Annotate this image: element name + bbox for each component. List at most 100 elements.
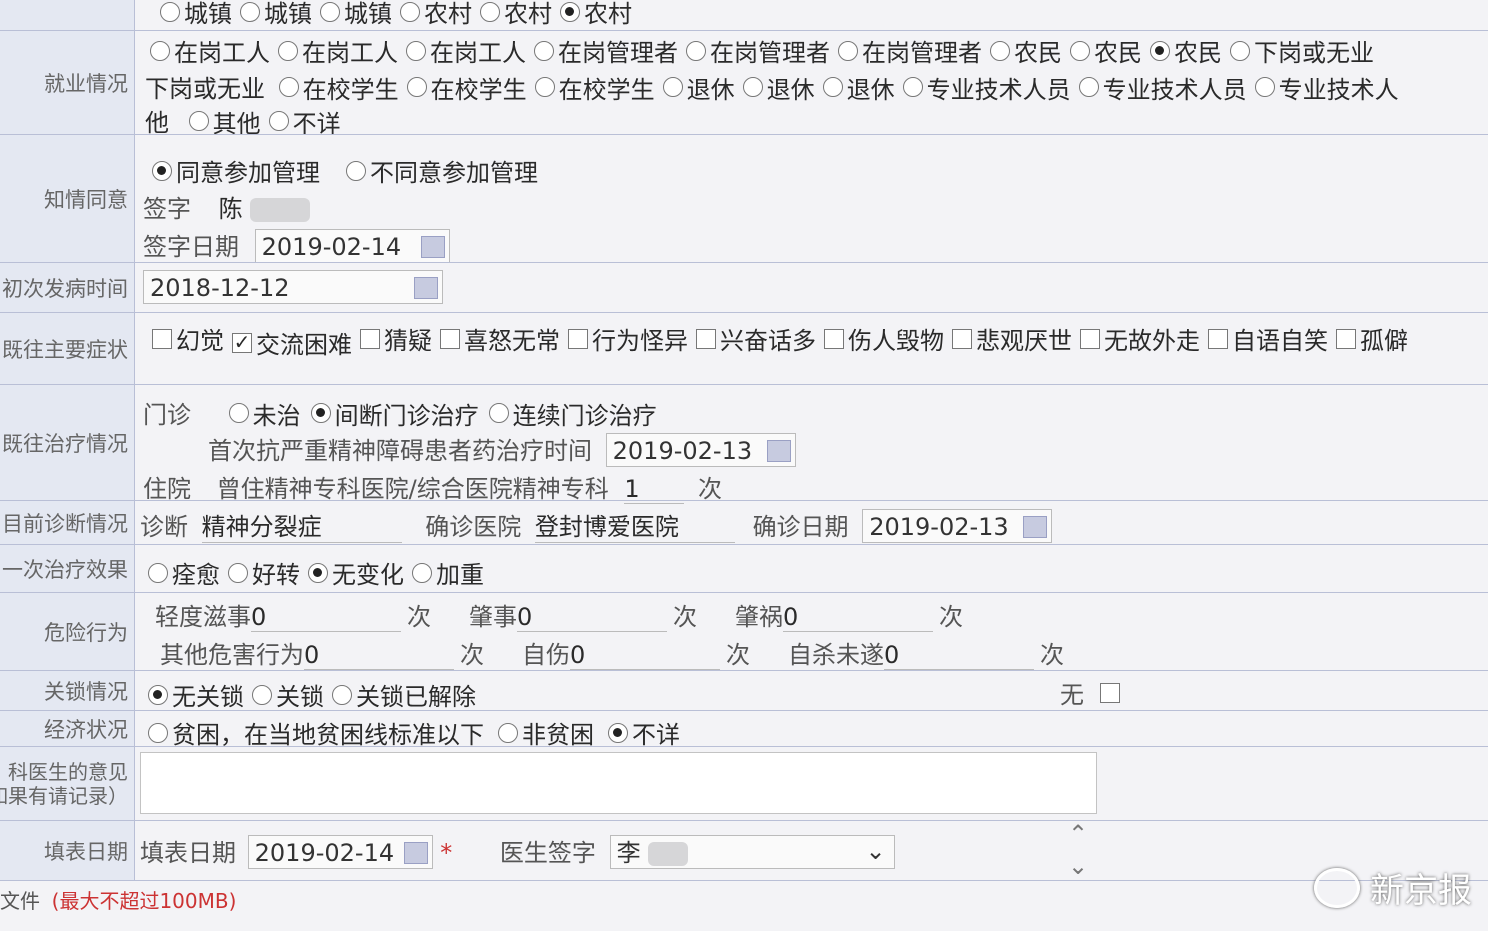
- radio-option[interactable]: 农民: [1070, 33, 1142, 68]
- doctor-sign-select[interactable]: 李 ⌄: [609, 835, 895, 869]
- radio-option[interactable]: 专业技术人员: [902, 70, 1071, 105]
- danger-count-input[interactable]: 0: [570, 641, 720, 670]
- radio-option[interactable]: 专业技术人员: [1078, 70, 1247, 105]
- radio-button[interactable]: [252, 684, 272, 705]
- radio-button[interactable]: [278, 77, 299, 97]
- checkbox-option[interactable]: ✓ 交流困难: [232, 325, 352, 360]
- checkbox[interactable]: [440, 328, 460, 349]
- danger-count-input[interactable]: 0: [783, 603, 933, 632]
- calendar-icon[interactable]: [420, 236, 445, 258]
- diag-date-input[interactable]: 2019-02-13: [862, 509, 1053, 543]
- radio-option[interactable]: 未治: [228, 396, 301, 431]
- calendar-icon[interactable]: [1023, 516, 1048, 538]
- radio-option[interactable]: 在岗管理者: [686, 33, 830, 68]
- radio-option[interactable]: 在岗工人: [150, 33, 270, 68]
- chevron-up-icon[interactable]: ⌃: [1068, 820, 1098, 848]
- radio-button[interactable]: [608, 722, 628, 743]
- radio-option[interactable]: 不详: [608, 715, 680, 750]
- radio-button[interactable]: [412, 562, 432, 583]
- checkbox[interactable]: [152, 328, 172, 349]
- diag-input[interactable]: 精神分裂症: [201, 507, 402, 543]
- checkbox[interactable]: [1336, 328, 1356, 349]
- checkbox[interactable]: [952, 328, 972, 349]
- radio-button[interactable]: [268, 111, 289, 131]
- radio-button[interactable]: [534, 40, 554, 61]
- radio-button[interactable]: [228, 403, 249, 423]
- radio-button[interactable]: [148, 562, 168, 583]
- radio-option[interactable]: 关锁已解除: [332, 677, 476, 712]
- radio-button[interactable]: [686, 40, 706, 61]
- radio-option[interactable]: 在岗管理者: [534, 33, 678, 68]
- radio-button[interactable]: [278, 40, 298, 61]
- radio-option[interactable]: 痊愈: [148, 555, 220, 590]
- checkbox-option[interactable]: 自语自笑: [1208, 321, 1328, 356]
- radio-option[interactable]: 在岗工人: [406, 33, 526, 68]
- radio-button[interactable]: [308, 562, 328, 583]
- checkbox-option[interactable]: 伤人毁物: [824, 321, 944, 356]
- radio-button[interactable]: [346, 160, 366, 181]
- radio-option[interactable]: 在岗管理者: [838, 33, 982, 68]
- radio-button[interactable]: [902, 77, 923, 97]
- fill-date-input[interactable]: 2019-02-14: [247, 835, 433, 869]
- radio-button[interactable]: [534, 77, 555, 97]
- radio-button[interactable]: [406, 40, 426, 61]
- radio-option[interactable]: 好转: [228, 555, 300, 590]
- radio-button[interactable]: [406, 77, 427, 97]
- radio-button[interactable]: [150, 40, 170, 61]
- radio-option[interactable]: 农村: [480, 0, 552, 29]
- checkbox[interactable]: ✓: [232, 332, 252, 353]
- radio-option[interactable]: 在校学生: [278, 70, 399, 105]
- radio-option[interactable]: 城镇: [240, 0, 312, 29]
- radio-option[interactable]: 同意参加管理: [152, 153, 320, 188]
- radio-button[interactable]: [488, 403, 509, 423]
- textarea-scrollbar[interactable]: ⌃ ⌄: [1068, 820, 1098, 884]
- calendar-icon[interactable]: [414, 277, 438, 299]
- radio-button[interactable]: [400, 1, 420, 22]
- radio-option[interactable]: 退休: [822, 70, 895, 105]
- radio-button[interactable]: [1254, 77, 1275, 97]
- radio-option[interactable]: 连续门诊治疗: [488, 396, 657, 431]
- radio-option[interactable]: 加重: [412, 555, 484, 590]
- checkbox[interactable]: [360, 328, 380, 349]
- checkbox-option[interactable]: 孤僻: [1336, 321, 1408, 356]
- none-checkbox[interactable]: [1099, 683, 1120, 703]
- sign-date-input[interactable]: 2019-02-14: [254, 229, 450, 263]
- radio-button[interactable]: [148, 722, 168, 743]
- danger-count-input[interactable]: 0: [304, 641, 454, 670]
- danger-count-input[interactable]: 0: [517, 603, 667, 632]
- radio-option[interactable]: 退休: [662, 70, 735, 105]
- radio-option[interactable]: 非贫困: [498, 715, 594, 750]
- checkbox[interactable]: [824, 328, 844, 349]
- hospital-input[interactable]: 登封博爱医院: [534, 507, 735, 543]
- danger-count-input[interactable]: 0: [251, 603, 401, 632]
- radio-option[interactable]: 专业技术人: [1254, 70, 1399, 105]
- radio-button[interactable]: [1070, 40, 1090, 61]
- radio-option[interactable]: 城镇: [320, 0, 392, 29]
- checkbox-option[interactable]: 兴奋话多: [696, 321, 816, 356]
- radio-option[interactable]: 不同意参加管理: [346, 153, 538, 188]
- radio-option[interactable]: 农民: [1150, 33, 1222, 68]
- radio-option[interactable]: 农民: [990, 33, 1062, 68]
- radio-button[interactable]: [332, 684, 352, 705]
- radio-button[interactable]: [742, 77, 763, 97]
- calendar-icon[interactable]: [766, 440, 791, 462]
- chevron-down-icon[interactable]: ⌄: [1068, 852, 1098, 880]
- calendar-icon[interactable]: [403, 842, 428, 864]
- checkbox-option[interactable]: 无故外走: [1080, 321, 1200, 356]
- checkbox[interactable]: [568, 328, 588, 349]
- radio-button[interactable]: [148, 684, 168, 705]
- checkbox-option[interactable]: 幻觉: [152, 321, 224, 356]
- radio-option[interactable]: 城镇: [160, 0, 232, 29]
- radio-button[interactable]: [990, 40, 1010, 61]
- radio-button[interactable]: [480, 1, 500, 22]
- onset-date-input[interactable]: 2018-12-12: [143, 270, 443, 304]
- radio-button[interactable]: [310, 403, 331, 423]
- radio-option[interactable]: 贫困，在当地贫困线标准以下: [148, 715, 484, 750]
- radio-option[interactable]: 关锁: [252, 677, 324, 712]
- checkbox-option[interactable]: 悲观厌世: [952, 321, 1072, 356]
- radio-button[interactable]: [1150, 40, 1170, 61]
- radio-button[interactable]: [152, 160, 172, 181]
- radio-button[interactable]: [160, 1, 180, 22]
- radio-button[interactable]: [228, 562, 248, 583]
- radio-option[interactable]: 在校学生: [406, 70, 527, 105]
